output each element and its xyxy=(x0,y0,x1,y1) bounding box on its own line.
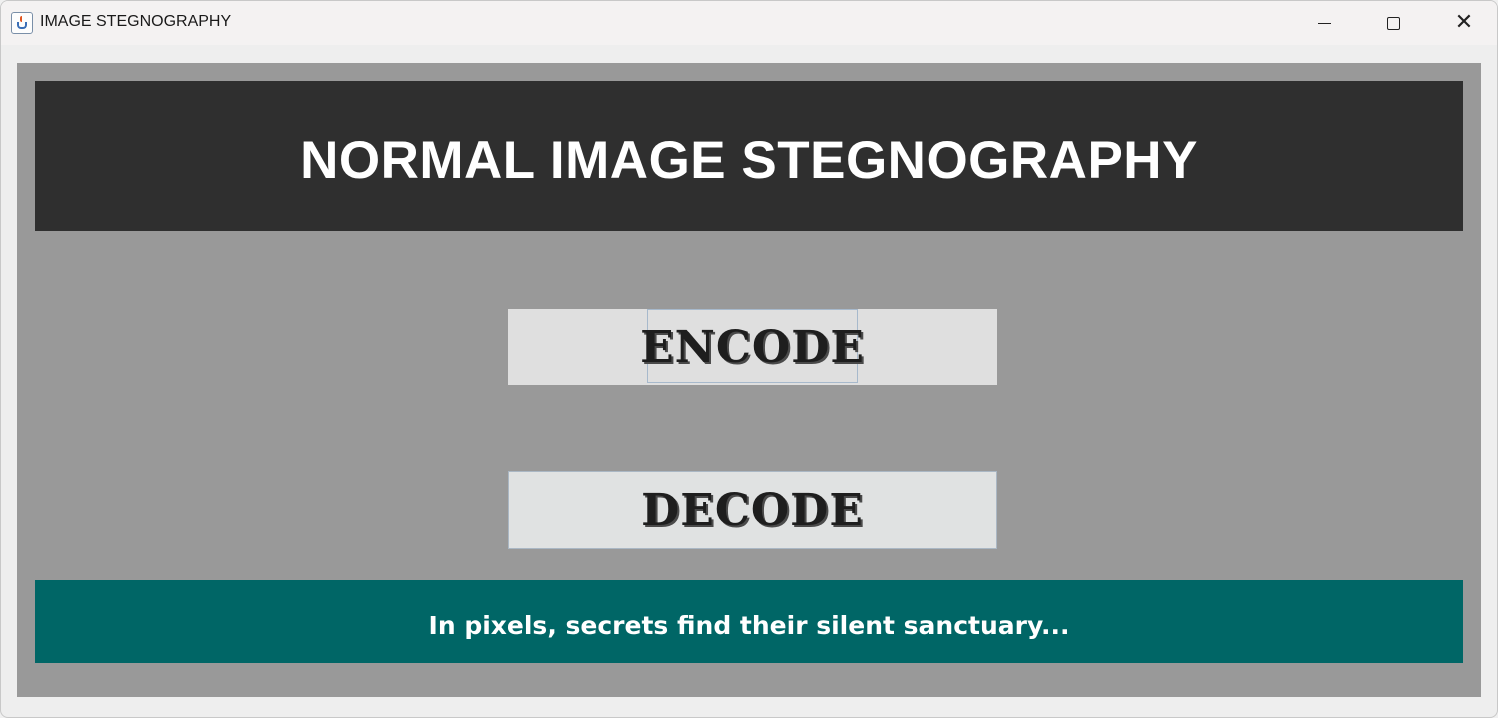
tagline: In pixels, secrets find their silent san… xyxy=(428,611,1070,640)
main-panel: NORMAL IMAGE STEGNOGRAPHY ENCODE DECODE … xyxy=(17,63,1481,697)
encode-button[interactable]: ENCODE xyxy=(508,309,997,385)
decode-button-label: DECODE xyxy=(641,484,864,536)
maximize-button[interactable] xyxy=(1370,1,1416,45)
close-icon: ✕ xyxy=(1454,10,1474,35)
maximize-icon xyxy=(1386,16,1400,30)
java-cup-icon xyxy=(11,12,33,34)
window-title: IMAGE STEGNOGRAPHY xyxy=(40,13,232,30)
footer-banner: In pixels, secrets find their silent san… xyxy=(35,580,1463,663)
header-banner: NORMAL IMAGE STEGNOGRAPHY xyxy=(35,81,1463,231)
decode-button[interactable]: DECODE xyxy=(508,471,997,549)
close-button[interactable]: ✕ xyxy=(1441,1,1487,45)
page-title: NORMAL IMAGE STEGNOGRAPHY xyxy=(300,130,1198,190)
minimize-icon xyxy=(1317,22,1331,24)
encode-button-label: ENCODE xyxy=(640,321,865,373)
title-bar[interactable]: IMAGE STEGNOGRAPHY ✕ xyxy=(1,1,1497,45)
minimize-button[interactable] xyxy=(1301,1,1347,45)
app-window: IMAGE STEGNOGRAPHY ✕ NORMAL IMAGE STEGNO… xyxy=(0,0,1498,718)
